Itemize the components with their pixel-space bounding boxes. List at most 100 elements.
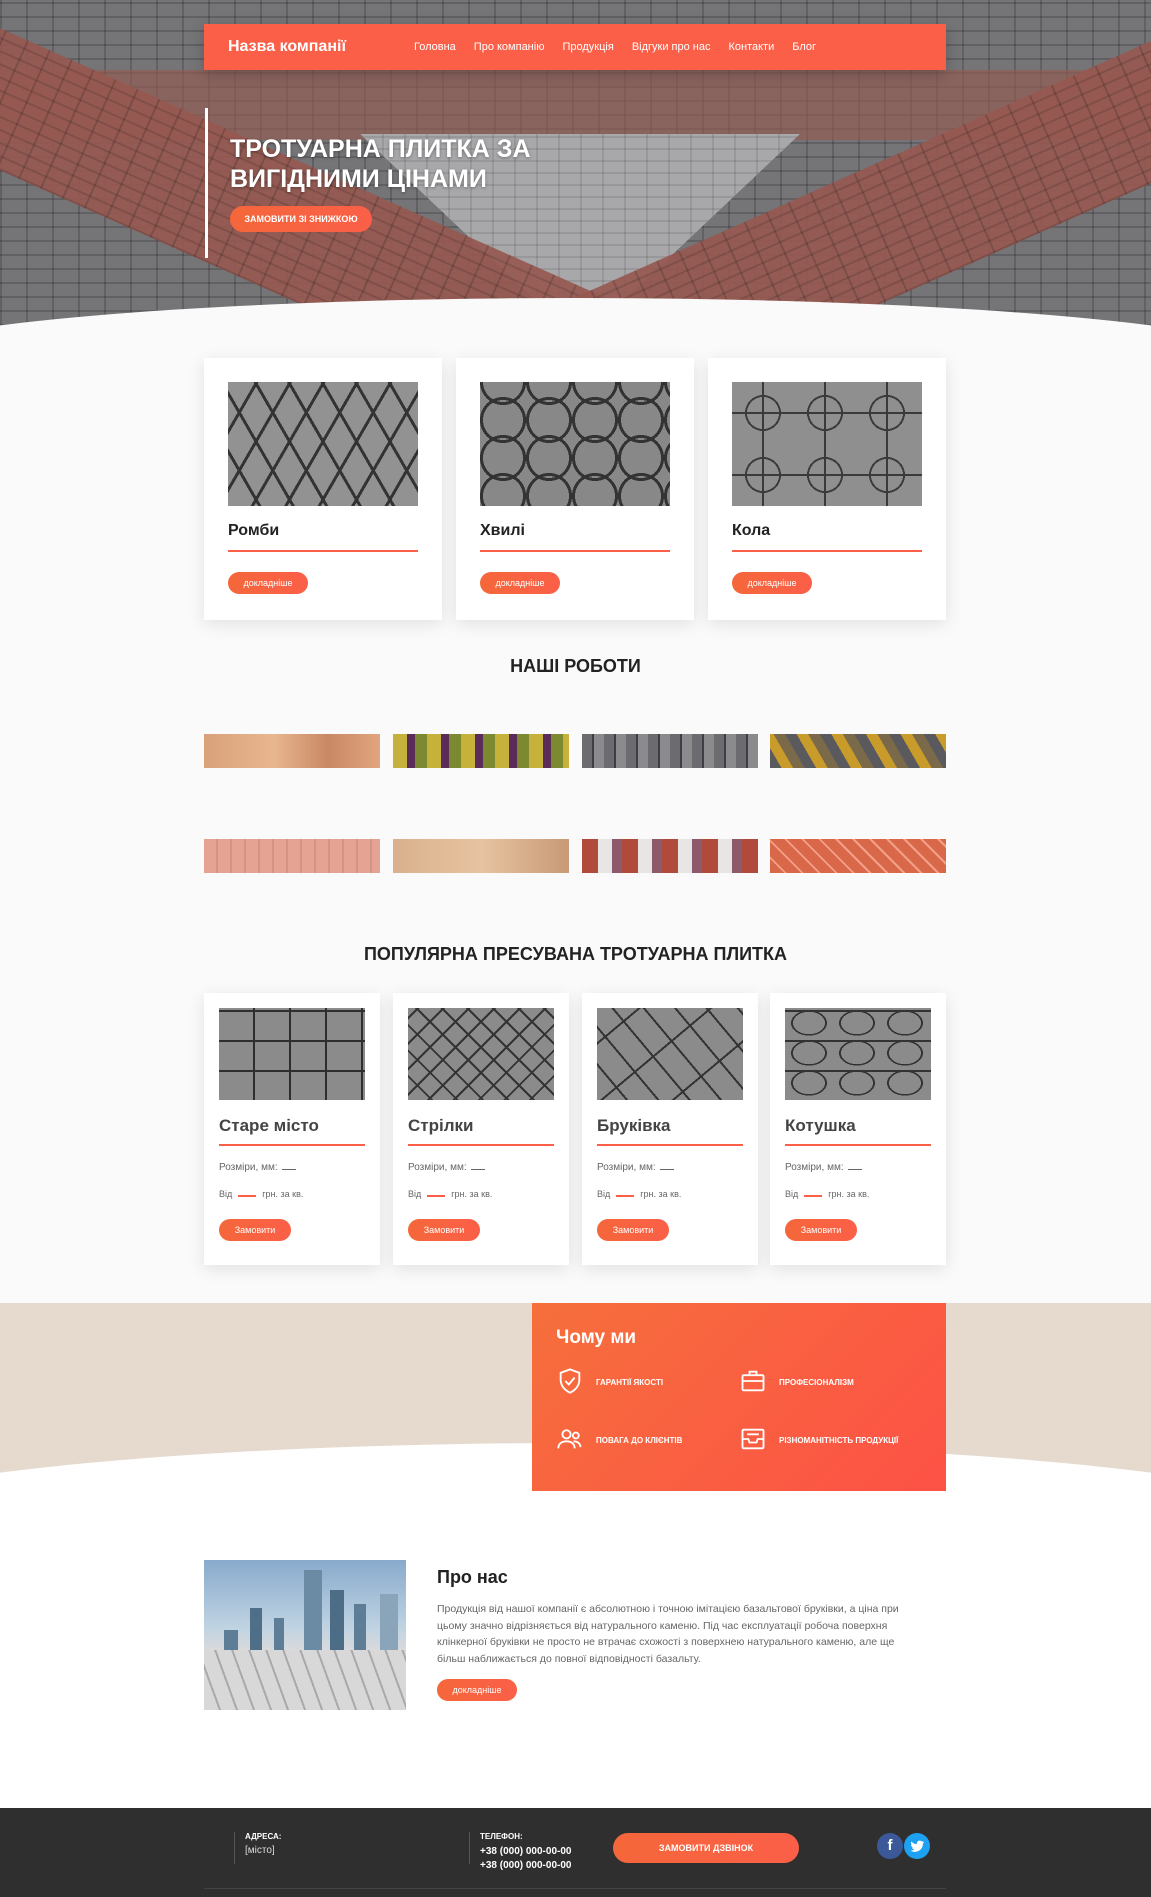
shield-check-icon [556,1367,584,1397]
size-label: Розміри, мм: [408,1162,467,1173]
product-name: Старе місто [219,1116,365,1146]
product-image [597,1008,743,1100]
why-item-label: РІЗНОМАНІТНІСТЬ ПРОДУКЦІЇ [779,1435,899,1445]
product-card-cobblestone: Бруківка Розміри, мм: Від грн. за кв. Зам… [582,993,758,1265]
work-photo-7[interactable] [582,839,758,873]
details-button[interactable]: докладніше [480,572,560,594]
why-us-box: Чому ми ГАРАНТІЇ ЯКОСТІ ПРОФЕСІОНАЛІЗМ П… [532,1303,946,1491]
category-image-rhombus [228,382,418,506]
about-text: Продукція від нашої компанії є абсолютно… [437,1603,899,1665]
category-name: Ромби [228,522,418,552]
why-item-label: ПРОФЕСІОНАЛІЗМ [779,1377,854,1387]
category-card-waves: Хвилі докладніше [456,358,694,620]
price-unit: грн. за кв. [828,1189,870,1199]
order-button[interactable]: Замовити [597,1219,669,1241]
why-item-respect: ПОВАГА ДО КЛІЄНТІВ [556,1425,739,1455]
order-discount-button[interactable]: ЗАМОВИТИ ЗІ ЗНИЖКОЮ [230,206,372,232]
footer: АДРЕСА: [місто] ТЕЛЕФОН: +38 (000) 000-0… [0,1808,1151,1897]
category-name: Хвилі [480,522,670,552]
product-name: Котушка [785,1116,931,1146]
price-unit: грн. за кв. [640,1189,682,1199]
price-from: Від [785,1189,799,1199]
nav-item-contacts[interactable]: Контакти [728,41,774,53]
order-button[interactable]: Замовити [408,1219,480,1241]
product-name: Бруківка [597,1116,743,1146]
size-label: Розміри, мм: [785,1162,844,1173]
navbar: Назва компанії Головна Про компанію Прод… [204,24,946,70]
product-size: Розміри, мм: [219,1162,365,1173]
product-size: Розміри, мм: [597,1162,743,1173]
works-title: НАШІ РОБОТИ [510,656,641,676]
nav-item-home[interactable]: Головна [414,41,456,53]
nav-item-about[interactable]: Про компанію [474,41,545,53]
address-label: АДРЕСА: [245,1832,282,1841]
product-image [785,1008,931,1100]
product-card-arrows: Стрілки Розміри, мм: Від грн. за кв. Замо… [393,993,569,1265]
footer-address: АДРЕСА: [місто] [234,1832,281,1864]
about-details-button[interactable]: докладніше [437,1679,517,1701]
footer-divider [204,1888,946,1889]
category-image-waves [480,382,670,506]
work-photo-8[interactable] [770,839,946,873]
nav-item-blog[interactable]: Блог [792,41,816,53]
products-title: ПОПУЛЯРНА ПРЕСУВАНА ТРОТУАРНА ПЛИТКА [363,944,788,964]
work-photo-3[interactable] [582,734,758,768]
nav-item-products[interactable]: Продукція [562,41,613,53]
phone-number-1[interactable]: +38 (000) 000-00-00 [480,1845,571,1859]
product-image [408,1008,554,1100]
category-card-rhombus: Ромби докладніше [204,358,442,620]
product-name: Стрілки [408,1116,554,1146]
product-price: Від грн. за кв. [597,1189,743,1199]
work-photo-2[interactable] [393,734,569,768]
facebook-icon[interactable]: f [877,1833,903,1859]
product-price: Від грн. за кв. [785,1189,931,1199]
briefcase-icon [739,1367,767,1397]
phone-number-2[interactable]: +38 (000) 000-00-00 [480,1859,571,1873]
order-button[interactable]: Замовити [219,1219,291,1241]
size-label: Розміри, мм: [219,1162,278,1173]
about-title: Про нас [437,1567,508,1587]
work-photo-6[interactable] [393,839,569,873]
brand-logo[interactable]: Назва компанії [228,38,378,56]
price-from: Від [219,1189,233,1199]
category-card-circles: Кола докладніше [708,358,946,620]
product-image [219,1008,365,1100]
price-unit: грн. за кв. [262,1189,304,1199]
why-list: ГАРАНТІЇ ЯКОСТІ ПРОФЕСІОНАЛІЗМ ПОВАГА ДО… [556,1367,922,1455]
product-card-spool: Котушка Розміри, мм: Від грн. за кв. Замо… [770,993,946,1265]
phone-label: ТЕЛЕФОН: [480,1832,523,1841]
product-price: Від грн. за кв. [408,1189,554,1199]
address-value: [місто] [245,1845,275,1856]
request-call-button[interactable]: ЗАМОВИТИ ДЗВІНОК [613,1833,799,1863]
details-button[interactable]: докладніше [228,572,308,594]
why-item-label: ГАРАНТІЇ ЯКОСТІ [596,1377,664,1387]
about-image [204,1560,406,1710]
why-item-professionalism: ПРОФЕСІОНАЛІЗМ [739,1367,922,1397]
work-photo-1[interactable] [204,734,380,768]
product-size: Розміри, мм: [408,1162,554,1173]
twitter-icon[interactable] [904,1833,930,1859]
why-item-label: ПОВАГА ДО КЛІЄНТІВ [596,1435,683,1445]
category-image-circles [732,382,922,506]
order-button[interactable]: Замовити [785,1219,857,1241]
hero-title: ТРОТУАРНА ПЛИТКА ЗА ВИГІДНИМИ ЦІНАМИ [230,135,531,193]
product-price: Від грн. за кв. [219,1189,365,1199]
price-from: Від [408,1189,422,1199]
archive-box-icon [739,1425,767,1455]
size-label: Розміри, мм: [597,1162,656,1173]
hero-content: ТРОТУАРНА ПЛИТКА ЗА ВИГІДНИМИ ЦІНАМИ ЗАМ… [205,108,570,258]
nav-item-reviews[interactable]: Відгуки про нас [632,41,711,53]
about-background [0,1533,1151,1808]
price-from: Від [597,1189,611,1199]
price-unit: грн. за кв. [451,1189,493,1199]
product-size: Розміри, мм: [785,1162,931,1173]
why-item-quality: ГАРАНТІЇ ЯКОСТІ [556,1367,739,1397]
details-button[interactable]: докладніше [732,572,812,594]
why-title: Чому ми [556,1327,637,1348]
main-nav: Головна Про компанію Продукція Відгуки п… [414,41,816,53]
users-icon [556,1425,584,1455]
work-photo-5[interactable] [204,839,380,873]
category-name: Кола [732,522,922,552]
why-item-variety: РІЗНОМАНІТНІСТЬ ПРОДУКЦІЇ [739,1425,922,1455]
work-photo-4[interactable] [770,734,946,768]
